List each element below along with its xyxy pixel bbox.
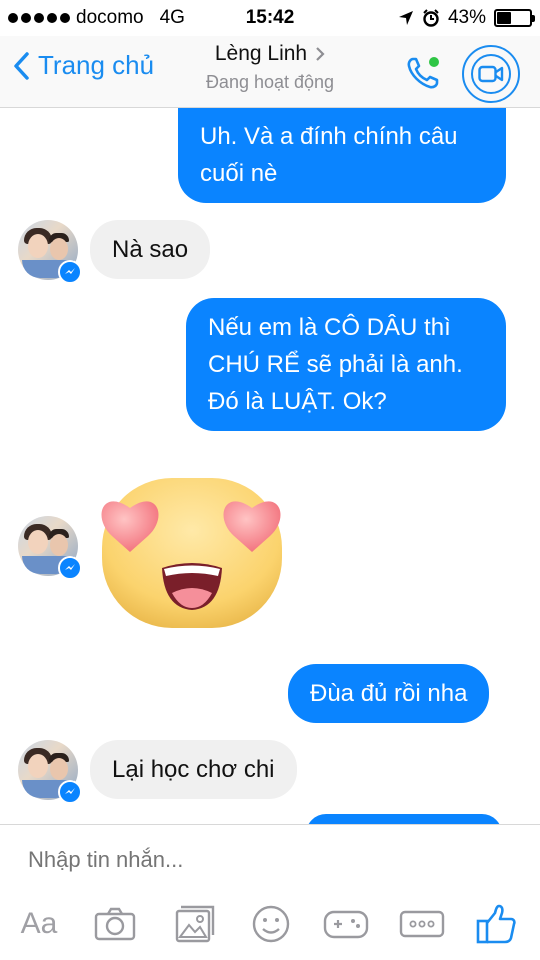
alarm-clock-icon	[423, 9, 439, 27]
message-list[interactable]: Uh. Và a đính chính câu cuối nè Nà sao N…	[0, 108, 540, 824]
contact-name: Lèng Linh	[214, 42, 308, 65]
outgoing-message[interactable]: Uh. Và a đính chính câu cuối nè	[178, 108, 506, 203]
back-label: Trang chủ	[38, 50, 155, 80]
chevron-left-icon	[14, 51, 29, 80]
outgoing-message[interactable]: Đùa đủ rồi nha	[288, 664, 490, 723]
composer-toolbar: Aa	[0, 901, 540, 951]
battery-level	[497, 12, 511, 24]
message-composer: Aa	[0, 824, 540, 960]
battery-icon	[494, 9, 535, 27]
text-format-icon: Aa	[20, 907, 58, 940]
voice-call-button[interactable]	[400, 50, 446, 96]
video-call-button[interactable]	[462, 45, 520, 103]
status-bar: docomo 4G 15:42 43%	[0, 0, 540, 36]
battery-percent: 43%	[447, 7, 486, 28]
game-controller-icon	[323, 910, 369, 939]
message-input[interactable]	[28, 847, 508, 873]
status-right: 43%	[398, 7, 535, 29]
video-camera-icon	[478, 65, 504, 83]
incoming-message[interactable]: Lại học chơ chi	[90, 740, 297, 799]
conversation-header: Trang chủ Lèng Linh Đang hoạt động	[0, 36, 540, 108]
emoji-icon	[252, 905, 290, 943]
outgoing-message-partial[interactable]	[306, 814, 502, 824]
messenger-badge-icon	[58, 780, 82, 804]
contact-info[interactable]: Lèng Linh Đang hoạt động	[170, 42, 370, 93]
avatar[interactable]	[18, 740, 82, 804]
avatar[interactable]	[18, 516, 82, 580]
avatar[interactable]	[18, 220, 82, 284]
text-format-button[interactable]: Aa	[14, 901, 64, 947]
emoji-button[interactable]	[248, 901, 294, 947]
more-button[interactable]	[398, 901, 446, 947]
thumbs-up-icon	[476, 904, 516, 944]
like-button[interactable]	[472, 901, 520, 947]
gallery-icon	[175, 905, 215, 943]
video-button-ring	[471, 54, 511, 94]
incoming-message[interactable]: Nà sao	[90, 220, 211, 279]
back-button[interactable]: Trang chủ	[12, 50, 154, 81]
camera-button[interactable]	[92, 901, 138, 947]
phone-icon	[407, 57, 439, 89]
games-button[interactable]	[322, 901, 370, 947]
contact-status: Đang hoạt động	[205, 72, 335, 92]
gallery-button[interactable]	[172, 901, 218, 947]
chevron-right-icon	[316, 47, 325, 61]
location-arrow-icon	[398, 11, 413, 25]
more-icon	[399, 910, 445, 938]
messenger-badge-icon	[58, 556, 82, 580]
camera-icon	[94, 907, 136, 941]
contact-title: Lèng Linh	[215, 42, 325, 66]
heart-eyes-sticker-icon[interactable]	[92, 458, 292, 634]
messenger-badge-icon	[58, 260, 82, 284]
outgoing-message[interactable]: Nếu em là CÔ DÂU thì CHÚ RỂ sẽ phải là a…	[186, 298, 506, 431]
